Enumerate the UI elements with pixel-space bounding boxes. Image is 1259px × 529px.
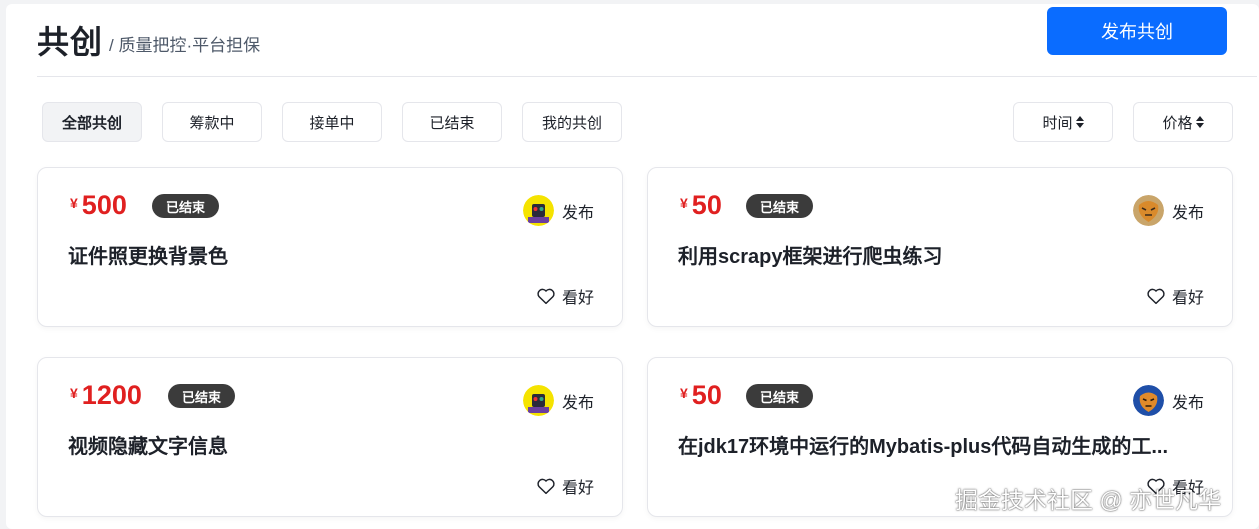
price-value: 500 bbox=[81, 190, 127, 220]
currency-symbol: ¥ bbox=[70, 195, 78, 211]
page-subtitle: / 质量把控·平台担保 bbox=[109, 36, 261, 55]
price-value: 50 bbox=[691, 380, 722, 410]
price-value: 1200 bbox=[81, 380, 142, 410]
avatar[interactable] bbox=[522, 195, 554, 226]
sort-arrows-icon bbox=[1075, 116, 1084, 128]
filter-fundraising[interactable]: 筹款中 bbox=[162, 102, 262, 142]
page-title: 共创 bbox=[37, 24, 104, 60]
card-title[interactable]: 视频隐藏文字信息 bbox=[68, 430, 228, 459]
avatar[interactable] bbox=[1132, 385, 1164, 416]
price: ¥ 50 bbox=[680, 380, 722, 411]
card-title[interactable]: 利用scrapy框架进行爬虫练习 bbox=[678, 240, 943, 269]
author[interactable]: 发布 bbox=[522, 195, 594, 226]
project-card[interactable]: ¥ 1200 已结束 发布 视频隐藏文字信息 看好 bbox=[37, 357, 623, 517]
like-label: 看好 bbox=[561, 480, 594, 497]
like-button[interactable]: 看好 bbox=[536, 474, 594, 498]
like-button[interactable]: 看好 bbox=[1146, 284, 1204, 308]
price: ¥ 50 bbox=[680, 190, 722, 221]
author-label: 发布 bbox=[1171, 394, 1204, 412]
card-title[interactable]: 证件照更换背景色 bbox=[68, 240, 228, 269]
sort-price-button[interactable]: 价格 bbox=[1133, 102, 1233, 142]
status-badge: 已结束 bbox=[168, 384, 236, 408]
author[interactable]: 发布 bbox=[1132, 385, 1204, 416]
status-badge: 已结束 bbox=[746, 194, 814, 218]
publish-button[interactable]: 发布共创 bbox=[1047, 7, 1227, 55]
sort-arrows-icon bbox=[1195, 116, 1204, 128]
status-badge: 已结束 bbox=[746, 384, 814, 408]
price-value: 50 bbox=[691, 190, 722, 220]
avatar[interactable] bbox=[522, 385, 554, 416]
currency-symbol: ¥ bbox=[680, 385, 688, 401]
heart-icon bbox=[1147, 288, 1165, 305]
sort-time-label: 时间 bbox=[1042, 114, 1073, 132]
author-label: 发布 bbox=[561, 204, 594, 222]
sort-price-label: 价格 bbox=[1162, 114, 1193, 132]
author-label: 发布 bbox=[561, 394, 594, 412]
price: ¥ 500 bbox=[70, 190, 127, 221]
sort-time-button[interactable]: 时间 bbox=[1013, 102, 1113, 142]
card-title[interactable]: 在jdk17环境中运行的Mybatis-plus代码自动生成的工... bbox=[678, 430, 1168, 459]
currency-symbol: ¥ bbox=[70, 385, 78, 401]
status-badge: 已结束 bbox=[152, 194, 220, 218]
price: ¥ 1200 bbox=[70, 380, 142, 411]
heart-icon bbox=[537, 288, 555, 305]
filter-all[interactable]: 全部共创 bbox=[42, 102, 142, 142]
project-card[interactable]: ¥ 500 已结束 发布 证件照更换背景色 看好 bbox=[37, 167, 623, 327]
like-label: 看好 bbox=[1171, 290, 1204, 307]
filter-accepting[interactable]: 接单中 bbox=[282, 102, 382, 142]
author-label: 发布 bbox=[1171, 204, 1204, 222]
like-label: 看好 bbox=[561, 290, 594, 307]
filter-ended[interactable]: 已结束 bbox=[402, 102, 502, 142]
author[interactable]: 发布 bbox=[522, 385, 594, 416]
heart-icon bbox=[537, 478, 555, 495]
currency-symbol: ¥ bbox=[680, 195, 688, 211]
filter-mine[interactable]: 我的共创 bbox=[522, 102, 622, 142]
project-card[interactable]: ¥ 50 已结束 发布 利用scrapy框架进行爬虫练习 看好 bbox=[647, 167, 1233, 327]
author[interactable]: 发布 bbox=[1132, 195, 1204, 226]
watermark: 掘金技术社区 @ 亦世凡华 bbox=[955, 487, 1222, 513]
avatar[interactable] bbox=[1132, 195, 1164, 226]
like-button[interactable]: 看好 bbox=[536, 284, 594, 308]
